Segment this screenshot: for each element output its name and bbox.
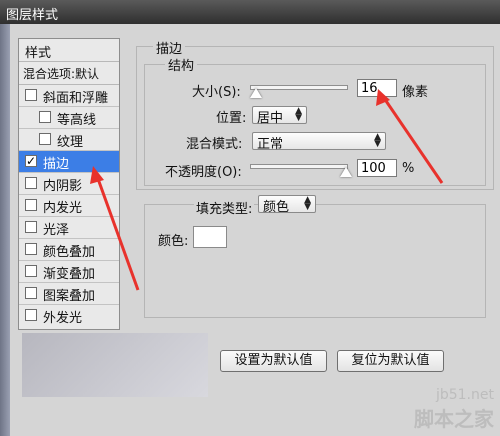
watermark: jb51.net 脚本之家	[414, 387, 494, 432]
watermark-url: jb51.net	[435, 387, 494, 403]
watermark-name: 脚本之家	[414, 407, 494, 431]
arrow-to-stroke-item	[95, 175, 140, 291]
arrow-head-icon	[90, 166, 104, 184]
arrow-to-size-input	[382, 97, 444, 184]
annotation-arrows	[90, 89, 444, 291]
